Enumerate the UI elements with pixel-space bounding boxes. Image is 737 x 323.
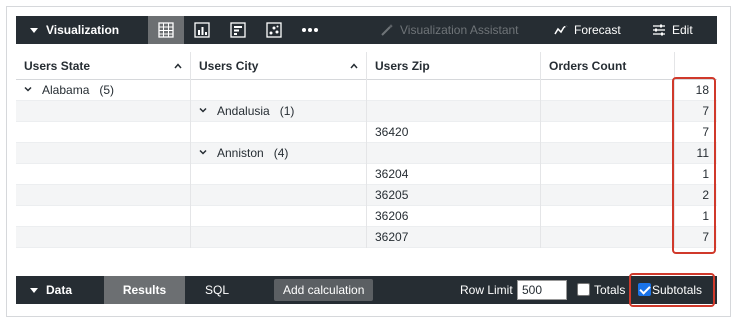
- table-row: Andalusia (1) 7: [16, 101, 717, 122]
- table-icon[interactable]: [148, 16, 184, 44]
- sliders-icon: [653, 24, 665, 36]
- cell-users-city: [191, 164, 367, 185]
- sort-up-icon: [174, 63, 182, 69]
- state-name: Alabama: [42, 83, 90, 97]
- single-value-icon[interactable]: [220, 16, 256, 44]
- more-icon[interactable]: [292, 16, 328, 44]
- cell-empty: [541, 101, 675, 122]
- cell-users-city: [191, 206, 367, 227]
- totals-checkbox[interactable]: [577, 283, 590, 296]
- column-header-label: Users Zip: [375, 59, 430, 73]
- column-header-spacer: [675, 52, 717, 80]
- cell-users-city: Anniston (4): [191, 143, 367, 164]
- forecast-label: Forecast: [574, 23, 621, 37]
- data-title: Data: [46, 283, 73, 297]
- table-row: 36207 7: [16, 227, 717, 248]
- column-header-users-state[interactable]: Users State: [16, 52, 191, 80]
- cell-users-city: [191, 122, 367, 143]
- data-toolbar: Data Results SQL Add calculation Row Lim…: [16, 276, 717, 304]
- tab-sql[interactable]: SQL: [197, 276, 237, 304]
- visualization-section-toggle[interactable]: Visualization: [30, 16, 119, 44]
- zip-value: 36206: [375, 209, 409, 223]
- visualization-toolbar: Visualization Visualization Assistant Fo…: [16, 16, 717, 44]
- cell-users-zip: [367, 80, 541, 101]
- table-row: 36205 2: [16, 185, 717, 206]
- table-header: Users State Users City Users Zip Orders …: [16, 52, 717, 80]
- forecast-button[interactable]: Forecast: [554, 16, 621, 44]
- city-name: Anniston: [217, 146, 264, 160]
- row-limit-input[interactable]: [517, 280, 567, 300]
- cell-users-city: [191, 80, 367, 101]
- cell-users-zip: 36420: [367, 122, 541, 143]
- cell-empty: [541, 227, 675, 248]
- column-header-label: Users City: [199, 59, 259, 73]
- cell-empty: [541, 206, 675, 227]
- tab-results[interactable]: Results: [104, 276, 185, 304]
- cell-users-state: Alabama (5): [16, 80, 191, 101]
- table-row: Anniston (4) 11: [16, 143, 717, 164]
- zip-value: 36205: [375, 188, 409, 202]
- cell-users-zip: [367, 143, 541, 164]
- cell-users-state: [16, 101, 191, 122]
- magic-wand-icon: [381, 24, 393, 36]
- orders-count-highlight: [672, 77, 716, 254]
- cell-users-zip: [367, 101, 541, 122]
- cell-empty: [541, 164, 675, 185]
- subtotals-highlight: [629, 273, 715, 307]
- edit-label: Edit: [672, 23, 693, 37]
- forecast-icon: [554, 25, 568, 35]
- data-section-toggle[interactable]: Data: [30, 276, 72, 304]
- cell-users-state: [16, 185, 191, 206]
- cell-users-state: [16, 122, 191, 143]
- cell-users-state: [16, 227, 191, 248]
- table-body: Alabama (5) 18 Andalusia (1) 7 36420 7 Anniston(…: [16, 80, 717, 248]
- cell-users-zip: 36204: [367, 164, 541, 185]
- chevron-down-icon[interactable]: [24, 85, 32, 93]
- row-limit-label: Row Limit: [460, 283, 513, 297]
- cell-users-state: [16, 206, 191, 227]
- city-name: Andalusia: [217, 104, 270, 118]
- cell-users-zip: 36207: [367, 227, 541, 248]
- scatter-icon[interactable]: [256, 16, 292, 44]
- city-count: (4): [273, 146, 289, 160]
- column-header-users-zip[interactable]: Users Zip: [367, 52, 541, 80]
- zip-value: 36207: [375, 230, 409, 244]
- totals-label: Totals: [594, 283, 626, 297]
- cell-empty: [541, 185, 675, 206]
- cell-users-state: [16, 143, 191, 164]
- visualization-assistant-button[interactable]: Visualization Assistant: [380, 16, 519, 44]
- visualization-assistant-label: Visualization Assistant: [400, 23, 519, 37]
- column-header-label: Users State: [24, 59, 91, 73]
- sort-up-icon: [350, 63, 358, 69]
- city-count: (1): [279, 104, 295, 118]
- add-calculation-button[interactable]: Add calculation: [274, 279, 374, 301]
- column-header-label: Orders Count: [549, 59, 627, 73]
- caret-down-icon: [30, 27, 38, 33]
- cell-empty: [541, 122, 675, 143]
- column-header-users-city[interactable]: Users City: [191, 52, 367, 80]
- chevron-down-icon[interactable]: [199, 148, 207, 156]
- cell-users-zip: 36205: [367, 185, 541, 206]
- state-count: (5): [99, 83, 115, 97]
- caret-down-icon: [30, 287, 38, 293]
- cell-users-city: Andalusia (1): [191, 101, 367, 122]
- results-table: Users State Users City Users Zip Orders …: [16, 52, 717, 248]
- cell-empty: [541, 143, 675, 164]
- cell-empty: [541, 80, 675, 101]
- table-row: 36206 1: [16, 206, 717, 227]
- zip-value: 36420: [375, 125, 409, 139]
- chevron-down-icon[interactable]: [199, 106, 207, 114]
- zip-value: 36204: [375, 167, 409, 181]
- edit-button[interactable]: Edit: [652, 16, 693, 44]
- cell-users-city: [191, 227, 367, 248]
- bar-chart-icon[interactable]: [184, 16, 220, 44]
- cell-users-city: [191, 185, 367, 206]
- visualization-title: Visualization: [46, 23, 120, 37]
- cell-users-zip: 36206: [367, 206, 541, 227]
- table-row: 36204 1: [16, 164, 717, 185]
- table-row: 36420 7: [16, 122, 717, 143]
- column-header-orders-count[interactable]: Orders Count: [541, 52, 675, 80]
- table-row: Alabama (5) 18: [16, 80, 717, 101]
- cell-users-state: [16, 164, 191, 185]
